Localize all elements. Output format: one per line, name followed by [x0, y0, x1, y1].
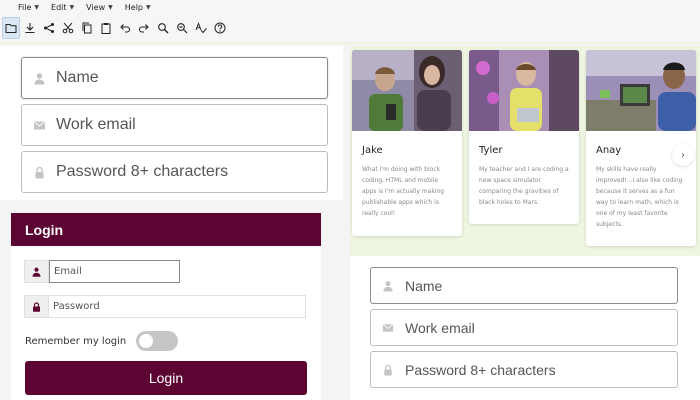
menu-help[interactable]: Help ▼: [125, 3, 151, 12]
download-button[interactable]: [21, 17, 39, 39]
work-email-field[interactable]: Work email: [370, 309, 678, 346]
envelope-icon: [371, 322, 405, 334]
zoom-in-icon: [158, 23, 169, 34]
login-password-input[interactable]: [49, 295, 306, 318]
chevron-right-icon: ›: [681, 149, 685, 161]
copy-button[interactable]: [78, 17, 96, 39]
testimonial-photo: [586, 50, 696, 131]
name-field-placeholder: Name: [56, 69, 99, 86]
zoom-in-button[interactable]: [154, 17, 172, 39]
login-card: Login Remember my login Login: [11, 213, 321, 400]
undo-button[interactable]: [116, 17, 134, 39]
testimonial-photo: [352, 50, 462, 131]
spellcheck-button[interactable]: [192, 17, 210, 39]
menu-edit[interactable]: Edit ▼: [51, 3, 74, 12]
login-title: Login: [25, 221, 64, 238]
testimonial-name: Tyler: [479, 145, 503, 156]
menubar: File ▼ Edit ▼ View ▼ Help ▼: [0, 0, 700, 14]
redo-button[interactable]: [135, 17, 153, 39]
signup-form-bottom: Name Work email Password 8+ characters: [350, 256, 700, 400]
caret-down-icon: ▼: [69, 3, 75, 11]
download-icon: [25, 23, 35, 34]
menu-view[interactable]: View ▼: [86, 3, 113, 12]
testimonials-carousel: Jake What I'm doing with block coding, H…: [350, 46, 700, 256]
password-field[interactable]: Password 8+ characters: [21, 151, 328, 193]
menu-view-label: View: [86, 2, 106, 12]
login-button[interactable]: Login: [25, 361, 307, 395]
work-email-placeholder: Work email: [56, 116, 136, 133]
name-field[interactable]: Name: [370, 267, 678, 304]
password-placeholder: Password 8+ characters: [405, 361, 556, 378]
remember-toggle[interactable]: [136, 331, 179, 351]
lock-icon: [371, 364, 405, 376]
name-field[interactable]: Name: [21, 57, 328, 99]
login-header: Login: [11, 213, 321, 246]
share-icon: [44, 23, 54, 33]
undo-icon: [120, 24, 131, 33]
testimonial-photo: [469, 50, 579, 131]
cut-button[interactable]: [59, 17, 77, 39]
menu-help-label: Help: [124, 2, 143, 12]
user-icon: [22, 72, 56, 85]
menu-file[interactable]: File ▼: [18, 3, 39, 12]
password-placeholder: Password 8+ characters: [56, 163, 229, 180]
signup-form-top: Name Work email Password 8+ characters: [0, 46, 343, 200]
password-field[interactable]: Password 8+ characters: [370, 351, 678, 388]
share-button[interactable]: [40, 17, 58, 39]
user-icon: [371, 280, 405, 292]
caret-down-icon: ▼: [108, 3, 113, 11]
remember-row: Remember my login: [25, 331, 179, 351]
testimonial-quote: What I'm doing with block coding, HTML a…: [362, 166, 445, 217]
spellcheck-icon: [195, 22, 207, 34]
help-button[interactable]: [211, 17, 229, 39]
testimonial-quote: My teacher and I are coding a new space …: [479, 166, 569, 206]
zoom-out-icon: [177, 23, 188, 34]
menu-edit-label: Edit: [51, 2, 67, 12]
lock-icon: [22, 166, 56, 179]
menu-file-label: File: [18, 2, 32, 12]
envelope-icon: [22, 119, 56, 132]
remember-label: Remember my login: [25, 335, 127, 347]
cut-icon: [62, 22, 74, 34]
name-field-placeholder: Name: [405, 277, 443, 294]
help-icon: [214, 22, 226, 34]
open-folder-button[interactable]: [2, 17, 20, 39]
toolbar: [0, 14, 700, 44]
testimonial-name: Jake: [362, 145, 383, 156]
caret-down-icon: ▼: [146, 3, 151, 11]
login-password-group: [24, 295, 318, 318]
login-email-input[interactable]: [49, 260, 180, 283]
testimonial-card: Jake What I'm doing with block coding, H…: [352, 50, 462, 236]
carousel-next-button[interactable]: ›: [672, 144, 694, 166]
caret-down-icon: ▼: [34, 3, 40, 11]
folder-icon: [5, 24, 17, 33]
login-section: Login Remember my login Login: [0, 200, 343, 400]
lock-icon: [24, 295, 49, 318]
zoom-out-button[interactable]: [173, 17, 191, 39]
copy-icon: [82, 22, 92, 34]
paste-button[interactable]: [97, 17, 115, 39]
testimonial-card: Tyler My teacher and I are coding a new …: [469, 50, 579, 224]
work-email-field[interactable]: Work email: [21, 104, 328, 146]
testimonial-quote: My skills have really improved!...I also…: [596, 166, 683, 228]
login-email-group: [24, 260, 318, 283]
user-icon: [24, 260, 49, 283]
redo-icon: [138, 24, 149, 33]
paste-icon: [101, 23, 111, 34]
toggle-knob: [139, 334, 154, 348]
work-email-placeholder: Work email: [405, 319, 475, 336]
